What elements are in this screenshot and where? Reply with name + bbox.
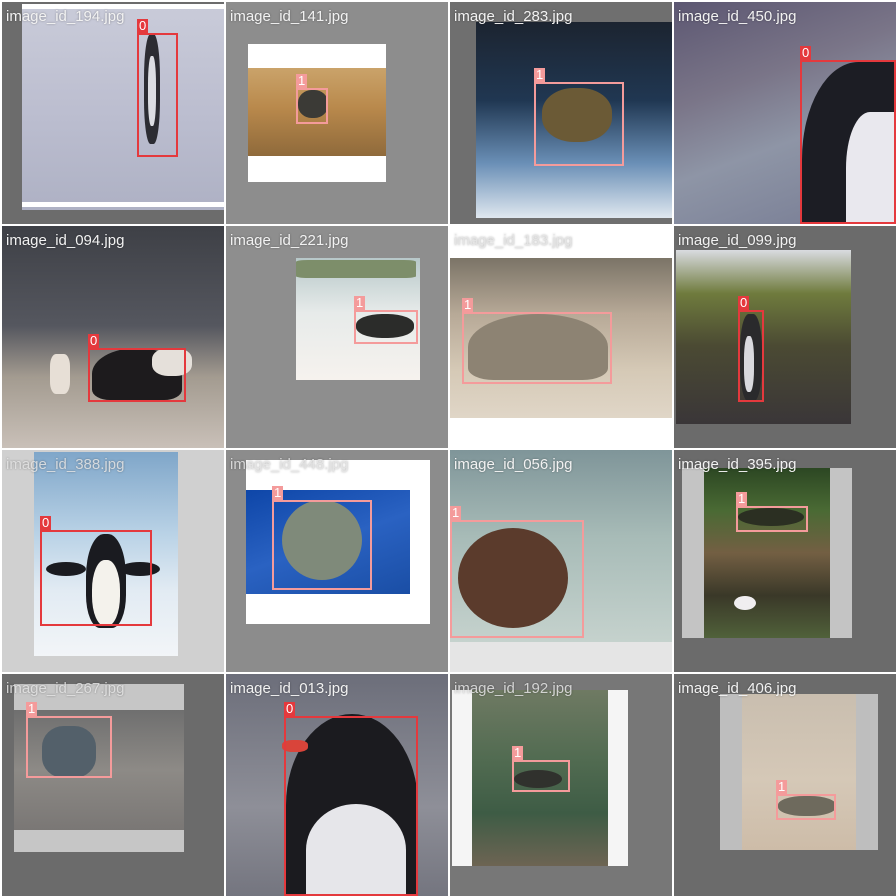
- image-filename: image_id_013.jpg: [230, 680, 349, 697]
- turtle-photo: [742, 694, 856, 850]
- image-tile[interactable]: 0 image_id_094.jpg: [2, 226, 224, 448]
- image-tile[interactable]: 0 image_id_013.jpg: [226, 674, 448, 896]
- image-filename: image_id_192.jpg: [454, 680, 573, 697]
- image-filename: image_id_406.jpg: [678, 680, 797, 697]
- photo-background: [704, 468, 830, 638]
- image-tile[interactable]: 1 image_id_406.jpg: [674, 674, 896, 896]
- bounding-box[interactable]: [40, 530, 152, 626]
- bounding-box[interactable]: [776, 794, 836, 820]
- photo-background: [2, 226, 224, 448]
- image-tile[interactable]: 1 image_id_395.jpg: [674, 450, 896, 672]
- image-filename: image_id_450.jpg: [678, 8, 797, 25]
- penguin-photo: [22, 7, 224, 210]
- image-filename: image_id_267.jpg: [6, 680, 125, 697]
- image-filename: image_id_388.jpg: [6, 456, 125, 473]
- bounding-box[interactable]: [88, 348, 186, 402]
- bounding-box[interactable]: [512, 760, 570, 792]
- bounding-box[interactable]: [354, 310, 418, 344]
- image-filename: image_id_056.jpg: [454, 456, 573, 473]
- turtle-silhouette: [296, 260, 416, 278]
- class-label: 0: [40, 515, 52, 530]
- class-label: 1: [462, 297, 474, 312]
- class-label: 1: [296, 73, 308, 88]
- detection-grid: 0 image_id_194.jpg 1 image_id_141.jpg 1 image…: [0, 0, 896, 896]
- image-filename: image_id_221.jpg: [230, 232, 349, 249]
- image-tile[interactable]: 1 image_id_141.jpg: [226, 2, 448, 224]
- image-filename: image_id_448.jpg: [230, 456, 349, 473]
- turtle-photo: [704, 468, 830, 638]
- class-label: 1: [272, 485, 284, 500]
- image-filename: image_id_141.jpg: [230, 8, 349, 25]
- photo-background: [742, 694, 856, 850]
- image-tile[interactable]: 1 image_id_267.jpg: [2, 674, 224, 896]
- image-filename: image_id_395.jpg: [678, 456, 797, 473]
- image-tile[interactable]: 0 image_id_450.jpg: [674, 2, 896, 224]
- bounding-box[interactable]: [26, 716, 112, 778]
- class-label: 1: [534, 67, 546, 82]
- frame-edge: [22, 202, 224, 207]
- penguin-photo: [2, 226, 224, 448]
- image-tile[interactable]: 1 image_id_056.jpg: [450, 450, 672, 672]
- image-tile[interactable]: 0 image_id_099.jpg: [674, 226, 896, 448]
- image-filename: image_id_094.jpg: [6, 232, 125, 249]
- class-label: 1: [512, 745, 524, 760]
- image-tile[interactable]: 0 image_id_388.jpg: [2, 450, 224, 672]
- image-filename: image_id_283.jpg: [454, 8, 573, 25]
- class-label: 0: [738, 295, 750, 310]
- class-label: 0: [88, 333, 100, 348]
- image-tile[interactable]: 1 image_id_221.jpg: [226, 226, 448, 448]
- bounding-box[interactable]: [534, 82, 624, 166]
- class-label: 0: [137, 18, 149, 33]
- bounding-box[interactable]: [450, 520, 584, 638]
- bounding-box[interactable]: [736, 506, 808, 532]
- image-tile[interactable]: 1 image_id_448.jpg: [226, 450, 448, 672]
- turtle-silhouette: [734, 596, 756, 610]
- bounding-box[interactable]: [462, 312, 612, 384]
- bounding-box[interactable]: [137, 33, 178, 157]
- class-label: 1: [450, 505, 462, 520]
- image-tile[interactable]: 1 image_id_183.jpg: [450, 226, 672, 448]
- bounding-box[interactable]: [284, 716, 418, 896]
- image-tile[interactable]: 1 image_id_192.jpg: [450, 674, 672, 896]
- image-filename: image_id_099.jpg: [678, 232, 797, 249]
- bounding-box[interactable]: [800, 60, 896, 224]
- class-label: 1: [26, 701, 38, 716]
- image-filename: image_id_183.jpg: [454, 232, 573, 249]
- class-label: 1: [736, 491, 748, 506]
- bounding-box[interactable]: [296, 88, 328, 124]
- image-filename: image_id_194.jpg: [6, 8, 125, 25]
- penguin-silhouette: [50, 354, 70, 394]
- class-label: 1: [776, 779, 788, 794]
- class-label: 0: [284, 701, 296, 716]
- class-label: 0: [800, 45, 812, 60]
- bounding-box[interactable]: [272, 500, 372, 590]
- bounding-box[interactable]: [738, 310, 764, 402]
- class-label: 1: [354, 295, 366, 310]
- image-tile[interactable]: 0 image_id_194.jpg: [2, 2, 224, 224]
- image-tile[interactable]: 1 image_id_283.jpg: [450, 2, 672, 224]
- photo-background: [22, 7, 224, 210]
